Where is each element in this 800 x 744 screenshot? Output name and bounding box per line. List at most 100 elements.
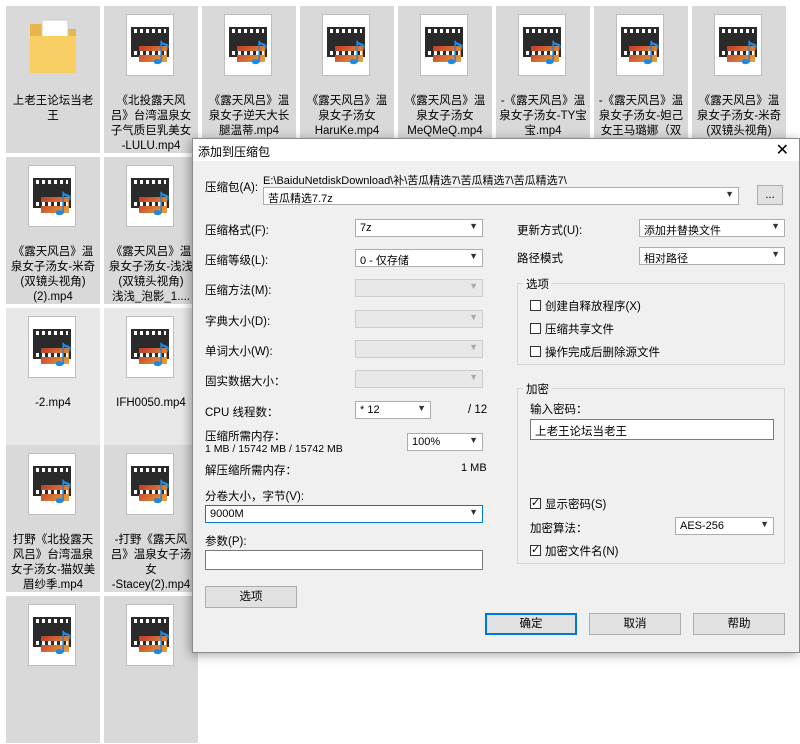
chevron-down-icon: ▼ bbox=[760, 519, 769, 529]
update-label: 更新方式(U): bbox=[517, 225, 583, 237]
file-item[interactable]: ♪ 《露天风吕》温 泉女子汤女 MeQMeQ.mp4 bbox=[398, 6, 492, 153]
file-name: 《露天风吕》温 泉女子汤女-浅浅 (双镜头视角) 浅浅_泡影_1.... bbox=[108, 246, 194, 303]
cpu-label: CPU 线程数： bbox=[205, 407, 279, 419]
file-item[interactable]: ♪ 《露天风吕》温 泉女子汤女-米奇 (双镜头视角) (2).mp4 bbox=[6, 157, 100, 304]
cpu-select[interactable]: * 12 ▼ bbox=[355, 401, 431, 419]
video-file-icon: ♪ bbox=[126, 14, 174, 76]
video-file-icon: ♪ bbox=[714, 14, 762, 76]
video-file-icon: ♪ bbox=[28, 165, 76, 227]
chevron-down-icon: ▼ bbox=[469, 507, 478, 517]
file-name: -打野《露天风 吕》温泉女子汤 女 -Stacey(2).mp4 bbox=[110, 534, 192, 591]
file-item[interactable]: 上老王论坛当老 王 bbox=[6, 6, 100, 153]
chevron-down-icon: ▼ bbox=[725, 189, 734, 199]
params-input[interactable] bbox=[205, 550, 483, 570]
dict-label: 字典大小(D): bbox=[205, 316, 271, 328]
file-item[interactable]: ♪ 《露天风吕》温 泉女子汤女-浅浅 (双镜头视角) 浅浅_泡影_1.... bbox=[104, 157, 198, 304]
archive-name: 苦瓜精选7.7z bbox=[268, 193, 333, 205]
mem-percent-value: 100% bbox=[412, 436, 441, 448]
demem-value: 1 MB bbox=[461, 462, 487, 474]
chevron-down-icon: ▼ bbox=[469, 435, 478, 445]
show-password-checkbox[interactable] bbox=[530, 496, 541, 509]
options-group-title: 选项 bbox=[523, 276, 552, 292]
enc-method-select[interactable]: AES-256 ▼ bbox=[675, 517, 774, 535]
solid-label: 固实数据大小： bbox=[205, 376, 286, 388]
format-label: 压缩格式(F): bbox=[205, 225, 269, 237]
path-select[interactable]: 相对路径 ▼ bbox=[639, 247, 785, 265]
enc-method-label: 加密算法： bbox=[530, 523, 588, 535]
encrypt-names-checkbox[interactable] bbox=[530, 543, 541, 556]
file-name: 上老王论坛当老 王 bbox=[12, 95, 94, 122]
shared-label[interactable]: 压缩共享文件 bbox=[545, 321, 614, 337]
add-to-archive-dialog: 添加到压缩包 ✕ 压缩包(A): E:\BaiduNetdiskDownload… bbox=[192, 138, 800, 653]
file-item[interactable]: ♪ -2.mp4 bbox=[6, 308, 100, 455]
word-select[interactable]: ▼ bbox=[355, 340, 483, 358]
split-label: 分卷大小，字节(V): bbox=[205, 491, 305, 503]
file-item[interactable]: ♪ 《露天风吕》温 泉女子逆天大长 腿温蒂.mp4 bbox=[202, 6, 296, 153]
password-label: 输入密码： bbox=[530, 404, 588, 416]
solid-select[interactable]: ▼ bbox=[355, 370, 483, 388]
video-file-icon: ♪ bbox=[616, 14, 664, 76]
sfx-label[interactable]: 创建自释放程序(X) bbox=[545, 298, 641, 314]
file-item[interactable]: ♪ 打野《北投露天 风吕》台湾温泉 女子汤女-猫奴美 眉纱季.mp4 bbox=[6, 445, 100, 592]
chevron-down-icon: ▼ bbox=[469, 251, 478, 261]
split-size-combo[interactable]: 9000M ▼ bbox=[205, 505, 483, 523]
file-item[interactable]: ♪ IFH0050.mp4 bbox=[104, 308, 198, 455]
video-file-icon: ♪ bbox=[28, 316, 76, 378]
options-button[interactable]: 选项 bbox=[205, 586, 297, 608]
file-name: 《北投露天风 吕》台湾温泉女 子气质巨乳美女 -LULU.mp4 bbox=[110, 95, 192, 152]
file-item[interactable]: ♪ -打野《露天风 吕》温泉女子汤 女 -Stacey(2).mp4 bbox=[104, 445, 198, 592]
file-item[interactable]: ♪ 《露天风吕》温 泉女子汤女 HaruKe.mp4 bbox=[300, 6, 394, 153]
format-value: 7z bbox=[360, 222, 372, 234]
video-file-icon: ♪ bbox=[126, 316, 174, 378]
ok-button[interactable]: 确定 bbox=[485, 613, 577, 635]
file-item[interactable]: ♪ bbox=[104, 596, 198, 743]
file-item[interactable]: ♪ -《露天风吕》温 泉女子汤女-TY宝 宝.mp4 bbox=[496, 6, 590, 153]
show-password-label[interactable]: 显示密码(S) bbox=[545, 496, 606, 512]
mem-percent-select[interactable]: 100% ▼ bbox=[407, 433, 483, 451]
level-value: 0 - 仅存储 bbox=[360, 255, 409, 267]
video-file-icon: ♪ bbox=[322, 14, 370, 76]
file-name: 打野《北投露天 风吕》台湾温泉 女子汤女-猫奴美 眉纱季.mp4 bbox=[10, 534, 96, 591]
sfx-checkbox[interactable] bbox=[530, 300, 541, 311]
update-select[interactable]: 添加并替换文件 ▼ bbox=[639, 219, 785, 237]
cancel-button[interactable]: 取消 bbox=[589, 613, 681, 635]
help-button[interactable]: 帮助 bbox=[693, 613, 785, 635]
video-file-icon: ♪ bbox=[126, 165, 174, 227]
update-value: 添加并替换文件 bbox=[644, 225, 721, 237]
browse-button[interactable]: ... bbox=[757, 185, 783, 205]
file-item[interactable]: ♪ 《北投露天风 吕》台湾温泉女 子气质巨乳美女 -LULU.mp4 bbox=[104, 6, 198, 153]
split-value: 9000M bbox=[210, 508, 244, 520]
cpu-max: / 12 bbox=[468, 404, 488, 416]
level-select[interactable]: 0 - 仅存储 ▼ bbox=[355, 249, 483, 267]
file-item[interactable]: ♪ -《露天风吕》温 泉女子汤女-妲己 女王马璐娜（双 bbox=[594, 6, 688, 153]
video-file-icon: ♪ bbox=[224, 14, 272, 76]
dialog-title: 添加到压缩包 bbox=[198, 145, 271, 159]
title-bar[interactable]: 添加到压缩包 ✕ bbox=[193, 139, 799, 161]
chevron-down-icon: ▼ bbox=[469, 281, 478, 291]
mem-detail: 1 MB / 15742 MB / 15742 MB bbox=[205, 443, 343, 455]
shared-checkbox[interactable] bbox=[530, 323, 541, 334]
path-value: 相对路径 bbox=[644, 253, 688, 265]
close-icon[interactable]: ✕ bbox=[776, 140, 789, 160]
method-select[interactable]: ▼ bbox=[355, 279, 483, 297]
file-item[interactable]: ♪ 《露天风吕》温 泉女子汤女-米奇 (双镜头视角) bbox=[692, 6, 786, 153]
params-label: 参数(P): bbox=[205, 536, 247, 548]
chevron-down-icon: ▼ bbox=[469, 221, 478, 231]
word-label: 单词大小(W): bbox=[205, 346, 273, 358]
demem-label: 解压缩所需内存： bbox=[205, 465, 297, 477]
video-file-icon: ♪ bbox=[126, 453, 174, 515]
delete-label[interactable]: 操作完成后删除源文件 bbox=[545, 344, 660, 360]
archive-name-combo[interactable]: 苦瓜精选7.7z ▼ bbox=[263, 187, 739, 205]
delete-checkbox[interactable] bbox=[530, 346, 541, 357]
encrypt-names-label[interactable]: 加密文件名(N) bbox=[545, 543, 618, 559]
mem-label: 压缩所需内存： bbox=[205, 431, 286, 443]
format-select[interactable]: 7z ▼ bbox=[355, 219, 483, 237]
password-input[interactable]: 上老王论坛当老王 bbox=[530, 419, 774, 440]
chevron-down-icon: ▼ bbox=[469, 312, 478, 322]
cpu-value: * 12 bbox=[360, 404, 380, 416]
file-name: 《露天风吕》温 泉女子汤女-米奇 (双镜头视角) (2).mp4 bbox=[10, 246, 96, 303]
file-item[interactable]: ♪ bbox=[6, 596, 100, 743]
dict-select[interactable]: ▼ bbox=[355, 310, 483, 328]
path-label: 路径模式 bbox=[517, 253, 563, 265]
enc-method-value: AES-256 bbox=[680, 520, 725, 532]
